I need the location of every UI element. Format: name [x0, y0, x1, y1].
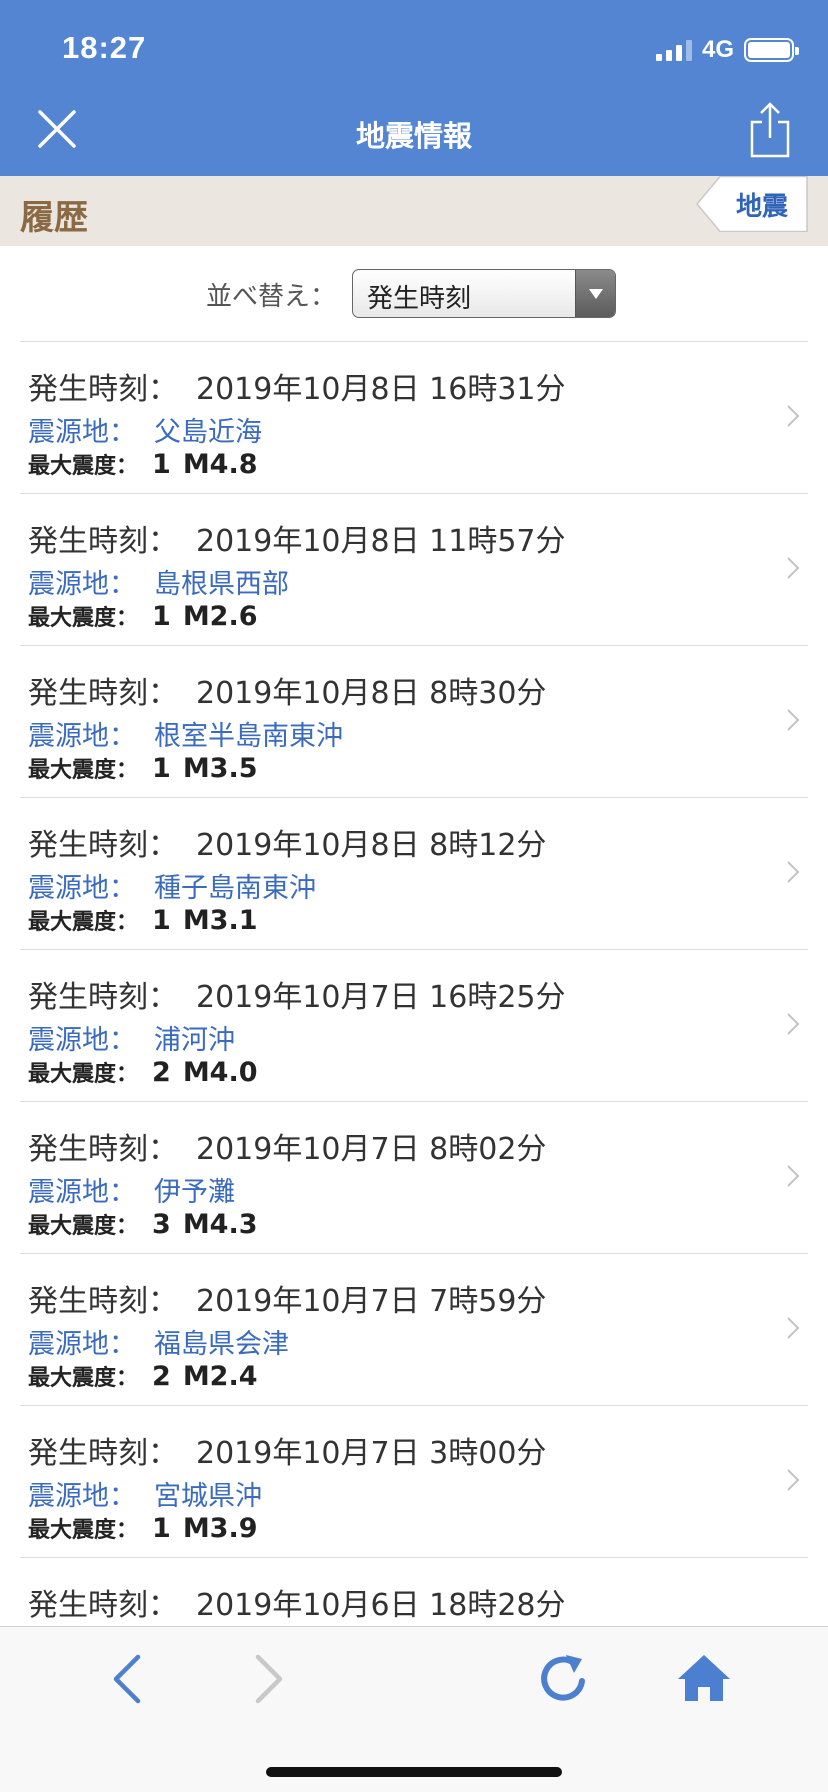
signal-icon: [655, 39, 692, 61]
max-intensity: 最大震度： 2 M4.0: [28, 1057, 258, 1088]
tag-label: 地震: [735, 192, 788, 222]
occurrence-time: 発生時刻： 2019年10月7日 7時59分: [28, 1284, 547, 1319]
back-button[interactable]: [98, 1649, 158, 1709]
epicenter: 震源地： 浦河沖: [28, 1025, 235, 1056]
bottom-toolbar: [0, 1626, 828, 1792]
sort-select[interactable]: 発生時刻: [352, 269, 616, 318]
max-intensity: 最大震度： 3 M4.3: [28, 1209, 258, 1240]
chevron-right-icon: [787, 861, 800, 883]
home-button[interactable]: [674, 1649, 734, 1709]
epicenter: 震源地： 福島県会津: [28, 1329, 289, 1360]
chevron-right-icon: [787, 405, 800, 427]
share-icon: [750, 102, 790, 158]
epicenter: 震源地： 父島近海: [28, 417, 262, 448]
earthquake-list: 発生時刻： 2019年10月8日 16時31分 震源地： 父島近海 最大震度： 1 M4…: [20, 341, 808, 1710]
chevron-left-icon: [113, 1654, 141, 1704]
epicenter: 震源地： 根室半島南東沖: [28, 721, 343, 752]
list-item[interactable]: 発生時刻： 2019年10月8日 8時12分 震源地： 種子島南東沖 最大震度： 1 M…: [20, 798, 808, 950]
reload-icon: [541, 1655, 585, 1701]
top-bar: 18:27 4G 地震情報: [0, 0, 828, 176]
page-title: 地震情報: [355, 119, 472, 153]
occurrence-time: 発生時刻： 2019年10月6日 18時28分: [28, 1588, 566, 1623]
battery-icon: [744, 38, 799, 62]
share-button[interactable]: [748, 102, 792, 158]
home-icon: [678, 1655, 730, 1701]
epicenter: 震源地： 種子島南東沖: [28, 873, 316, 904]
occurrence-time: 発生時刻： 2019年10月8日 11時57分: [28, 524, 566, 559]
occurrence-time: 発生時刻： 2019年10月7日 16時25分: [28, 980, 566, 1015]
occurrence-time: 発生時刻： 2019年10月7日 8時02分: [28, 1132, 547, 1167]
chevron-right-icon: [787, 1469, 800, 1491]
max-intensity: 最大震度： 1 M2.6: [28, 601, 258, 632]
sort-row: 並べ替え： 発生時刻: [0, 246, 828, 342]
list-item[interactable]: 発生時刻： 2019年10月7日 16時25分 震源地： 浦河沖 最大震度： 2 M4.…: [20, 950, 808, 1102]
reload-button[interactable]: [534, 1649, 594, 1709]
list-item[interactable]: 発生時刻： 2019年10月8日 16時31分 震源地： 父島近海 最大震度： 1 M4…: [20, 342, 808, 494]
occurrence-time: 発生時刻： 2019年10月8日 8時12分: [28, 828, 547, 863]
sort-label: 並べ替え：: [206, 282, 337, 312]
chevron-right-icon: [255, 1654, 283, 1704]
list-item[interactable]: 発生時刻： 2019年10月7日 3時00分 震源地： 宮城県沖 最大震度： 1 M3.…: [20, 1406, 808, 1558]
earthquake-tab-button[interactable]: 地震: [696, 176, 808, 232]
occurrence-time: 発生時刻： 2019年10月7日 3時00分: [28, 1436, 547, 1471]
occurrence-time: 発生時刻： 2019年10月8日 8時30分: [28, 676, 547, 711]
home-indicator: [266, 1767, 562, 1777]
list-item[interactable]: 発生時刻： 2019年10月8日 11時57分 震源地： 島根県西部 最大震度： 1 M…: [20, 494, 808, 646]
chevron-right-icon: [787, 1165, 800, 1187]
section-title: 履歴: [20, 198, 88, 238]
epicenter: 震源地： 伊予灘: [28, 1177, 235, 1208]
status-time: 18:27: [62, 30, 147, 65]
list-item[interactable]: 発生時刻： 2019年10月7日 7時59分 震源地： 福島県会津 最大震度： 2 M2…: [20, 1254, 808, 1406]
forward-button[interactable]: [238, 1649, 298, 1709]
occurrence-time: 発生時刻： 2019年10月8日 16時31分: [28, 372, 566, 407]
list-item[interactable]: 発生時刻： 2019年10月7日 8時02分 震源地： 伊予灘 最大震度： 3 M4.3: [20, 1102, 808, 1254]
chevron-right-icon: [787, 709, 800, 731]
status-indicators: 4G: [655, 34, 799, 66]
max-intensity: 最大震度： 1 M3.5: [28, 753, 258, 784]
network-type: 4G: [701, 36, 734, 63]
section-header: 履歴 地震: [0, 176, 828, 246]
chevron-down-icon: [575, 270, 615, 317]
max-intensity: 最大震度： 1 M4.8: [28, 449, 258, 480]
sort-select-value: 発生時刻: [367, 284, 472, 314]
max-intensity: 最大震度： 1 M3.9: [28, 1513, 258, 1544]
max-intensity: 最大震度： 1 M3.1: [28, 905, 258, 936]
list-item[interactable]: 発生時刻： 2019年10月8日 8時30分 震源地： 根室半島南東沖 最大震度： 1…: [20, 646, 808, 798]
chevron-right-icon: [787, 557, 800, 579]
max-intensity: 最大震度： 2 M2.4: [28, 1361, 258, 1392]
epicenter: 震源地： 宮城県沖: [28, 1481, 262, 1512]
chevron-right-icon: [787, 1317, 800, 1339]
epicenter: 震源地： 島根県西部: [28, 569, 289, 600]
chevron-right-icon: [787, 1013, 800, 1035]
